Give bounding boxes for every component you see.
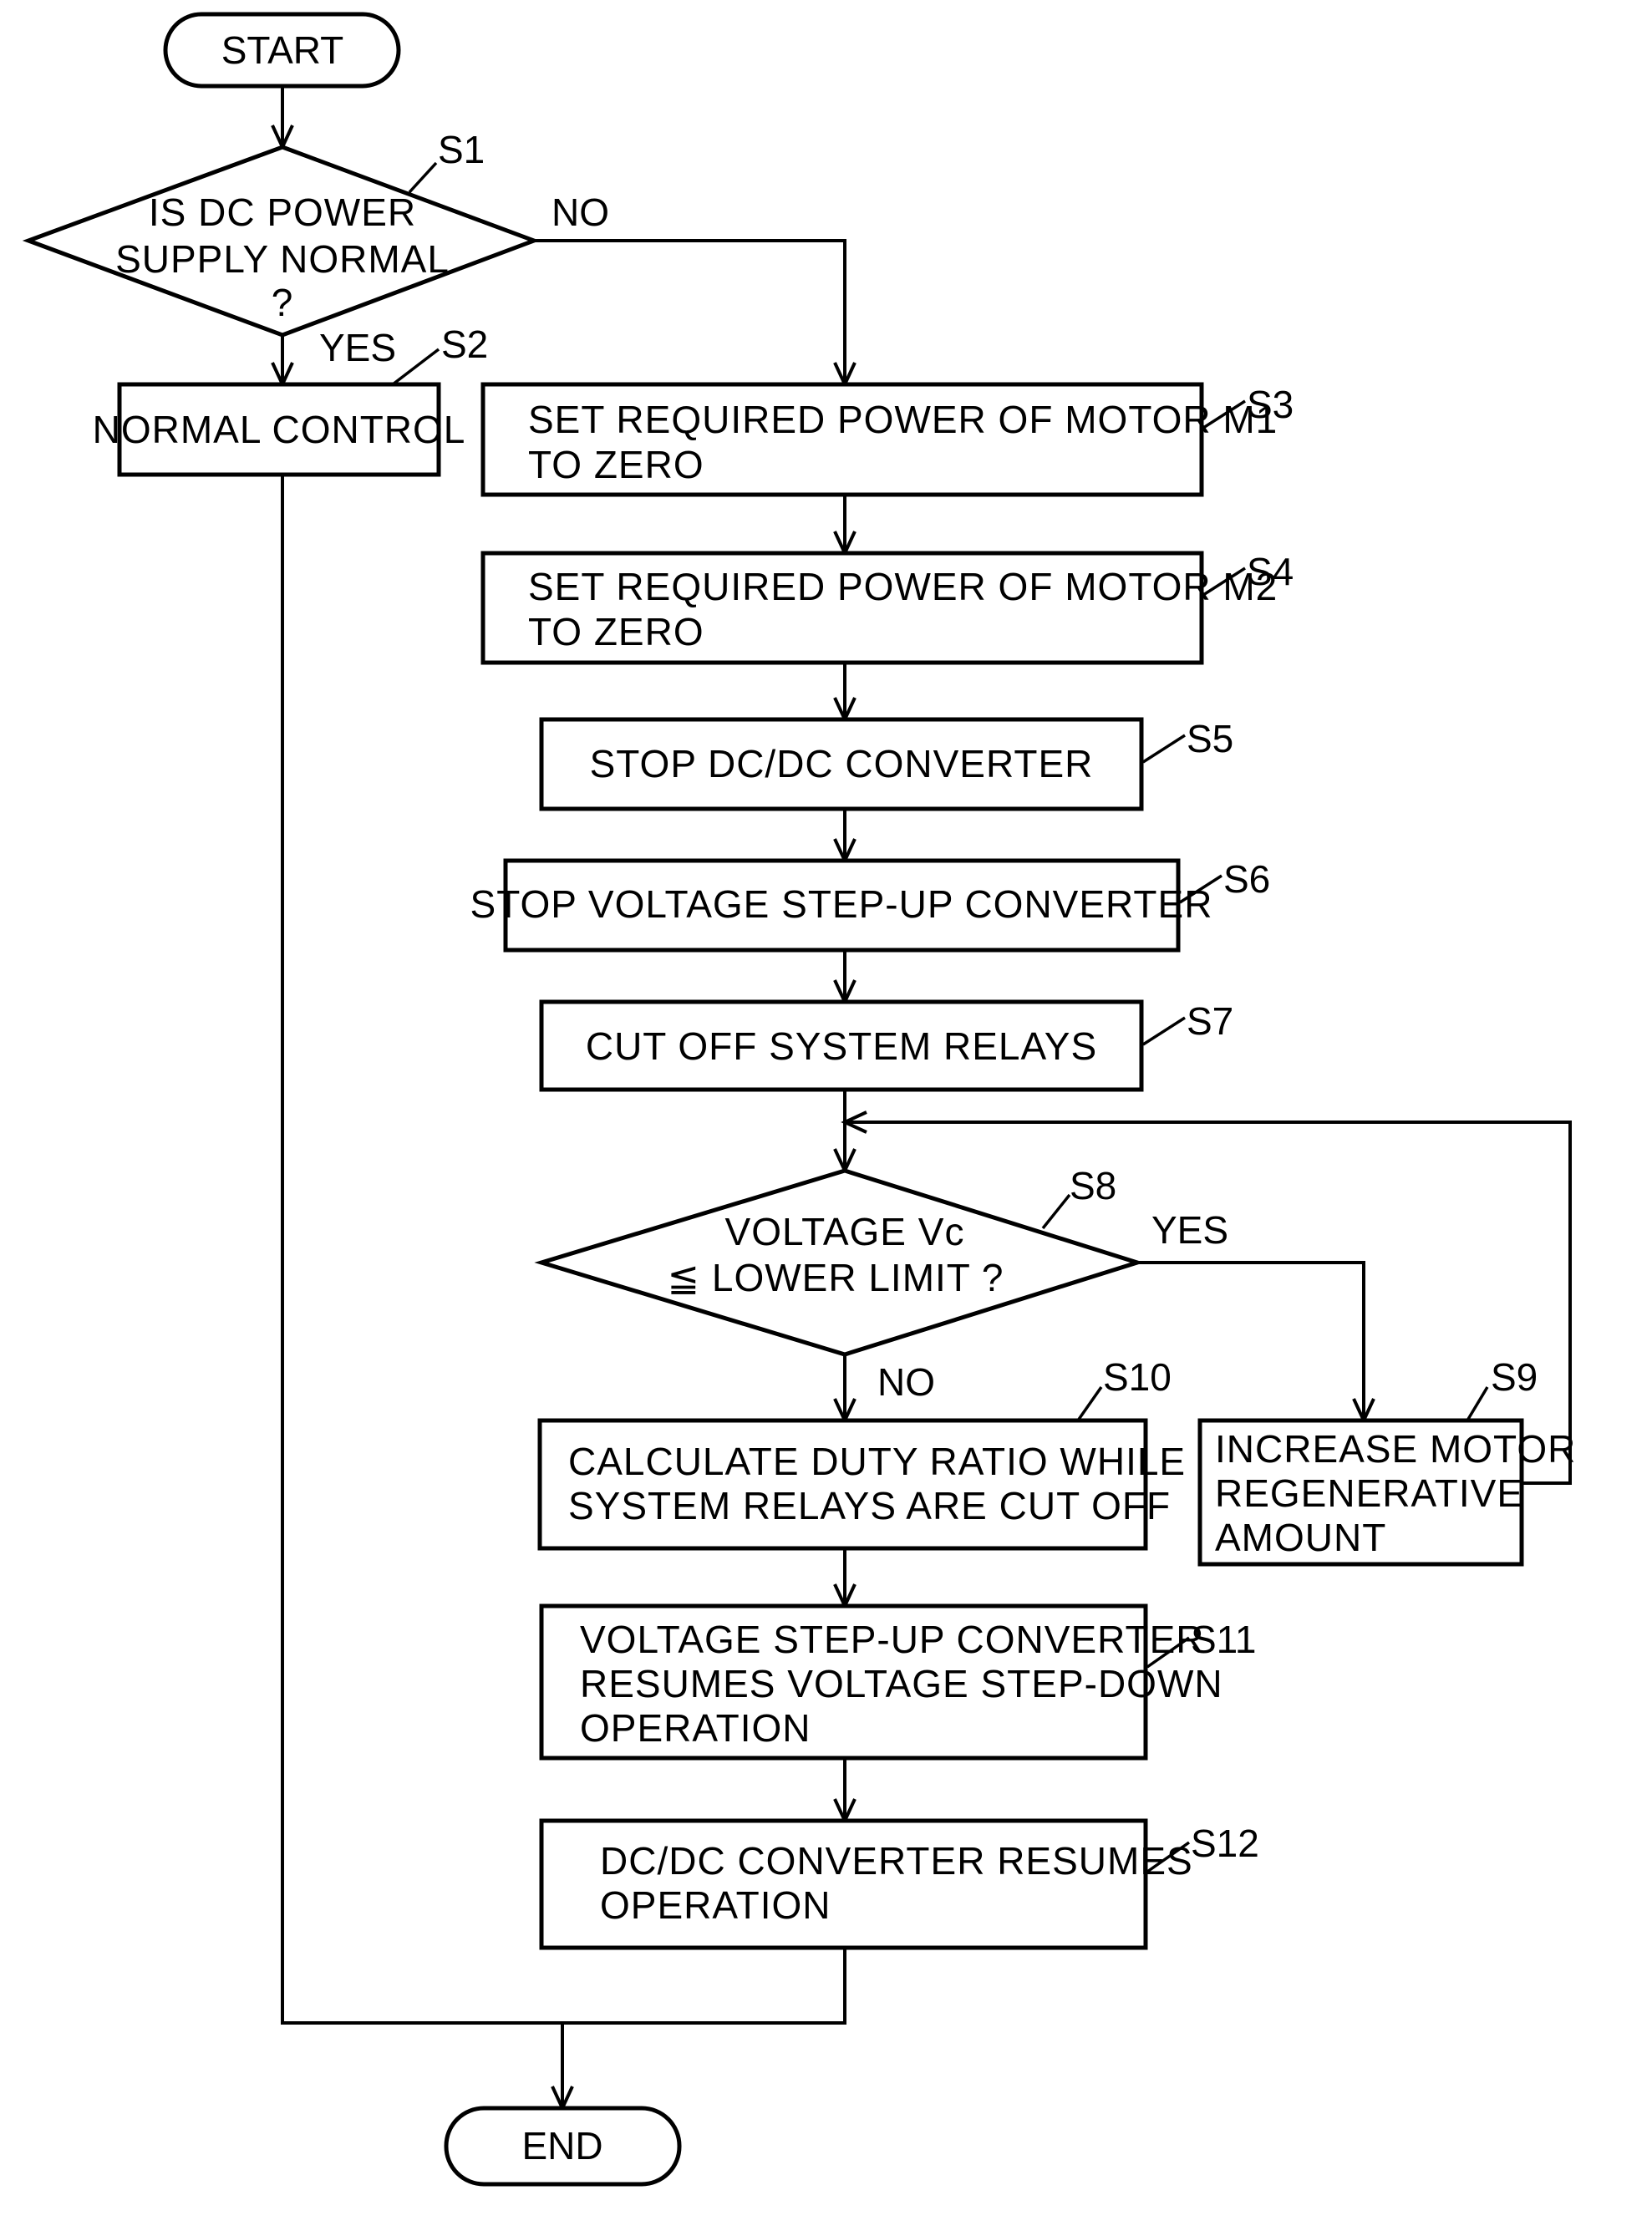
edge-s3-s4 <box>833 495 856 557</box>
s8-text-line-2: ≦ LOWER LIMIT ? <box>668 1256 1004 1299</box>
edge-start-s1 <box>271 86 294 151</box>
s9-text-line-2: REGENERATIVE <box>1215 1471 1523 1515</box>
process-s7: CUT OFF SYSTEM RELAYS S7 <box>539 999 1233 1092</box>
start-terminal: START <box>163 12 401 89</box>
s5-text: STOP DC/DC CONVERTER <box>590 742 1094 785</box>
edge-s5-s6 <box>833 809 856 865</box>
s2-text: NORMAL CONTROL <box>93 408 466 451</box>
process-s6: STOP VOLTAGE STEP-UP CONVERTER S6 <box>470 857 1270 953</box>
s9-text-line-1: INCREASE MOTOR <box>1215 1427 1576 1471</box>
s3-text-line-2: TO ZERO <box>528 443 704 486</box>
s3-text-line-1: SET REQUIRED POWER OF MOTOR M1 <box>528 398 1278 441</box>
s2-step-label: S2 <box>441 323 488 366</box>
s7-step-label: S7 <box>1187 999 1233 1043</box>
s12-text-line-2: OPERATION <box>600 1883 831 1927</box>
process-s12: DC/DC CONVERTER RESUMES OPERATION S12 <box>539 1818 1259 1950</box>
s6-text: STOP VOLTAGE STEP-UP CONVERTER <box>470 882 1213 926</box>
edge-s8-s10 <box>833 1354 856 1425</box>
s4-text-line-1: SET REQUIRED POWER OF MOTOR M2 <box>528 565 1278 608</box>
process-s11: VOLTAGE STEP-UP CONVERTER RESUMES VOLTAG… <box>539 1603 1256 1761</box>
s8-yes-label: YES <box>1151 1208 1228 1252</box>
edge-s1-s2 <box>271 335 294 389</box>
s12-step-label: S12 <box>1191 1822 1259 1865</box>
s5-step-label: S5 <box>1187 717 1233 760</box>
s11-text-line-1: VOLTAGE STEP-UP CONVERTER <box>580 1618 1205 1661</box>
s11-step-label: S11 <box>1191 1618 1256 1661</box>
s1-no-label: NO <box>552 191 609 234</box>
s10-step-label: S10 <box>1103 1355 1172 1399</box>
s8-text-line-1: VOLTAGE Vc <box>725 1210 965 1253</box>
s9-text-line-3: AMOUNT <box>1215 1516 1386 1559</box>
edge-merge-end <box>551 2023 574 2112</box>
s7-text: CUT OFF SYSTEM RELAYS <box>586 1024 1097 1068</box>
decision-s8: VOLTAGE Vc ≦ LOWER LIMIT ? S8 <box>534 1164 1145 1357</box>
process-s2: NORMAL CONTROL S2 <box>93 323 488 477</box>
end-terminal: END <box>444 2106 682 2187</box>
edge-s6-s7 <box>833 950 856 1006</box>
edge-s10-s11 <box>833 1548 856 1610</box>
s4-text-line-2: TO ZERO <box>528 610 704 653</box>
s1-text-line-2: SUPPLY NORMAL <box>115 237 450 281</box>
process-s5: STOP DC/DC CONVERTER S5 <box>539 717 1233 811</box>
flowchart: START IS DC POWER SUPPLY NORMAL ? S1 NO … <box>22 12 1576 2187</box>
s12-text-line-1: DC/DC CONVERTER RESUMES <box>600 1839 1193 1883</box>
s1-step-label: S1 <box>438 128 485 171</box>
s1-text-line-1: IS DC POWER <box>149 191 416 234</box>
s8-no-label: NO <box>877 1360 935 1404</box>
edge-s1-s3 <box>534 239 856 389</box>
edge-s4-s5 <box>833 663 856 724</box>
edge-s11-s12 <box>833 1758 856 1825</box>
s1-yes-label: YES <box>319 326 396 369</box>
process-s9: INCREASE MOTOR REGENERATIVE AMOUNT S9 <box>1197 1355 1576 1567</box>
s1-text-line-3: ? <box>272 281 294 324</box>
edge-s8-s9 <box>1137 1261 1375 1425</box>
decision-s1: IS DC POWER SUPPLY NORMAL ? S1 <box>22 128 541 338</box>
start-label: START <box>221 28 344 72</box>
s10-text-line-1: CALCULATE DUTY RATIO WHILE <box>568 1440 1186 1483</box>
s11-text-line-3: OPERATION <box>580 1706 811 1750</box>
edge-s7-s8 <box>833 1090 856 1175</box>
s6-step-label: S6 <box>1223 857 1270 901</box>
s10-text-line-2: SYSTEM RELAYS ARE CUT OFF <box>568 1484 1171 1527</box>
s4-step-label: S4 <box>1247 550 1294 593</box>
process-s10: CALCULATE DUTY RATIO WHILE SYSTEM RELAYS… <box>537 1355 1186 1551</box>
s11-text-line-2: RESUMES VOLTAGE STEP-DOWN <box>580 1662 1223 1705</box>
end-label: END <box>521 2124 602 2167</box>
s8-step-label: S8 <box>1070 1164 1116 1207</box>
process-s3: SET REQUIRED POWER OF MOTOR M1 TO ZERO S… <box>480 382 1294 497</box>
s9-step-label: S9 <box>1491 1355 1538 1399</box>
s3-step-label: S3 <box>1247 383 1294 426</box>
process-s4: SET REQUIRED POWER OF MOTOR M2 TO ZERO S… <box>480 550 1294 665</box>
